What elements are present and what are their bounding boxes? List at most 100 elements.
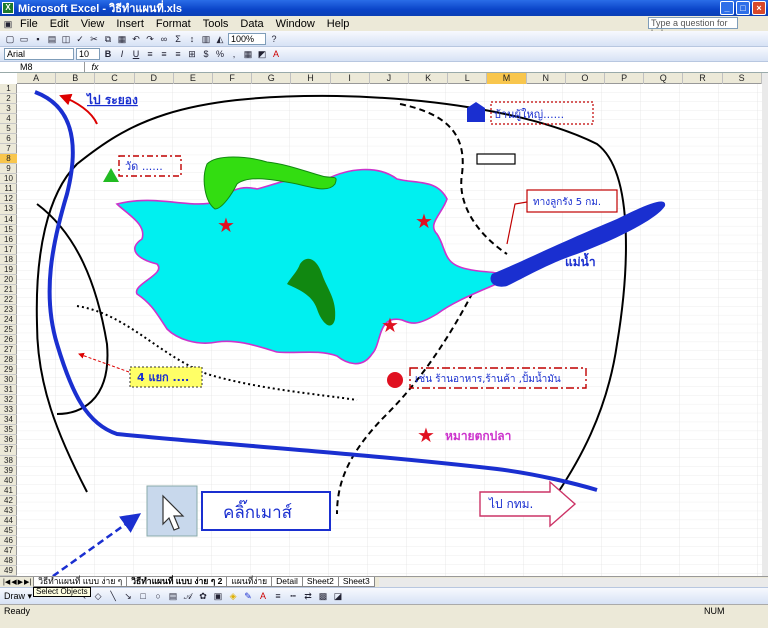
row-header[interactable]: 5 (0, 124, 17, 135)
row-header[interactable]: 6 (0, 134, 17, 145)
row-header[interactable]: 10 (0, 174, 17, 185)
row-header[interactable]: 38 (0, 456, 17, 466)
menu-window[interactable]: Window (270, 18, 321, 30)
row-header[interactable]: 30 (0, 375, 17, 386)
row-header[interactable]: 42 (0, 496, 17, 506)
worksheet-grid[interactable]: ★ ★ ★ ★ บ้านผู้ใหญ่...... วัด ...... ไป … (17, 84, 762, 576)
row-header[interactable]: 45 (0, 526, 17, 536)
textbox-icon[interactable]: ▤ (167, 590, 179, 602)
row-header[interactable]: 12 (0, 194, 17, 205)
align-right-icon[interactable]: ≡ (172, 48, 184, 60)
line-icon[interactable]: ╲ (107, 590, 119, 602)
wordart-icon[interactable]: 𝒜 (182, 590, 194, 602)
row-header[interactable]: 1 (0, 84, 17, 95)
row-header[interactable]: 44 (0, 516, 17, 526)
column-header[interactable]: E (174, 73, 213, 84)
column-header[interactable]: O (566, 73, 605, 84)
row-header[interactable]: 20 (0, 275, 17, 285)
name-box[interactable]: M8 (0, 62, 85, 72)
line-color-icon[interactable]: ✎ (242, 590, 254, 602)
column-header[interactable]: Q (644, 73, 684, 84)
row-header[interactable]: 3 (0, 104, 17, 115)
column-header[interactable]: K (409, 73, 449, 84)
row-header[interactable]: 21 (0, 285, 17, 295)
fx-icon[interactable]: fx (85, 62, 105, 72)
vertical-scrollbar[interactable] (762, 73, 768, 576)
3d-icon[interactable]: ◪ (332, 590, 344, 602)
menu-tools[interactable]: Tools (197, 18, 235, 30)
column-header[interactable]: C (95, 73, 135, 84)
row-header[interactable]: 13 (0, 204, 17, 215)
menu-edit[interactable]: Edit (44, 18, 75, 30)
tab-sheet2[interactable]: Sheet2 (301, 577, 339, 587)
help-icon[interactable]: ? (268, 33, 280, 45)
cut-icon[interactable]: ✂ (88, 33, 100, 45)
column-header[interactable]: P (605, 73, 645, 84)
row-header[interactable]: 46 (0, 536, 17, 546)
row-header[interactable]: 29 (0, 365, 17, 376)
row-header[interactable]: 26 (0, 335, 17, 346)
row-header[interactable]: 18 (0, 255, 17, 265)
column-header[interactable]: D (135, 73, 174, 84)
autoshapes-icon[interactable]: ◇ (92, 590, 104, 602)
row-header[interactable]: 14 (0, 215, 17, 225)
picture-icon[interactable]: ▣ (212, 590, 224, 602)
open-icon[interactable]: ▭ (18, 33, 30, 45)
dash-style-icon[interactable]: ┅ (287, 590, 299, 602)
column-header[interactable]: L (448, 73, 488, 84)
row-header[interactable]: 36 (0, 435, 17, 446)
font-name-select[interactable]: Arial (4, 48, 74, 60)
menu-data[interactable]: Data (234, 18, 269, 30)
menu-insert[interactable]: Insert (110, 18, 150, 30)
bold-button[interactable]: B (102, 48, 114, 60)
row-header[interactable]: 23 (0, 305, 17, 315)
row-header[interactable]: 25 (0, 325, 17, 335)
menu-view[interactable]: View (75, 18, 111, 30)
first-sheet-icon[interactable]: |◀ (3, 578, 10, 586)
chart-icon[interactable]: ▥ (200, 33, 212, 45)
column-header[interactable]: F (213, 73, 253, 84)
tab-sheet-1[interactable]: วิธีทำแผนที่ แบบ ง่าย ๆ (33, 577, 128, 587)
column-header[interactable]: N (527, 73, 566, 84)
column-header[interactable]: A (17, 73, 57, 84)
draw-menu-button[interactable]: Draw ▾ (2, 591, 34, 602)
redo-icon[interactable]: ↷ (144, 33, 156, 45)
save-icon[interactable]: ▪ (32, 33, 44, 45)
fill-color-icon[interactable]: ◩ (256, 48, 268, 60)
undo-icon[interactable]: ↶ (130, 33, 142, 45)
row-header[interactable]: 47 (0, 546, 17, 556)
sort-icon[interactable]: ↕ (186, 33, 198, 45)
row-header[interactable]: 7 (0, 144, 17, 155)
align-center-icon[interactable]: ≡ (158, 48, 170, 60)
row-header[interactable]: 16 (0, 235, 17, 245)
merge-icon[interactable]: ⊞ (186, 48, 198, 60)
row-header[interactable]: 4 (0, 114, 17, 125)
borders-icon[interactable]: ▦ (242, 48, 254, 60)
underline-button[interactable]: U (130, 48, 142, 60)
column-header[interactable]: B (56, 73, 96, 84)
help-search-input[interactable]: Type a question for help (648, 17, 738, 38)
row-header[interactable]: 40 (0, 476, 17, 486)
last-sheet-icon[interactable]: ▶| (24, 578, 31, 586)
horizontal-scrollbar[interactable] (378, 577, 768, 587)
align-left-icon[interactable]: ≡ (144, 48, 156, 60)
row-header[interactable]: 17 (0, 245, 17, 255)
column-header[interactable]: J (370, 73, 409, 84)
line-style-icon[interactable]: ≡ (272, 590, 284, 602)
font-color-icon[interactable]: A (257, 590, 269, 602)
close-button[interactable]: × (752, 1, 766, 15)
shadow-icon[interactable]: ▩ (317, 590, 329, 602)
column-header[interactable]: G (252, 73, 292, 84)
menu-format[interactable]: Format (150, 18, 197, 30)
hyperlink-icon[interactable]: ∞ (158, 33, 170, 45)
column-header[interactable]: M (487, 73, 527, 84)
row-header[interactable]: 22 (0, 295, 17, 305)
row-header[interactable]: 19 (0, 265, 17, 275)
font-color-icon[interactable]: A (270, 48, 282, 60)
row-header[interactable]: 39 (0, 466, 17, 476)
row-header[interactable]: 31 (0, 385, 17, 396)
tab-detail[interactable]: Detail (271, 577, 303, 587)
row-header[interactable]: 43 (0, 506, 17, 516)
fill-color-icon[interactable]: ◈ (227, 590, 239, 602)
prev-sheet-icon[interactable]: ◀ (11, 578, 16, 586)
